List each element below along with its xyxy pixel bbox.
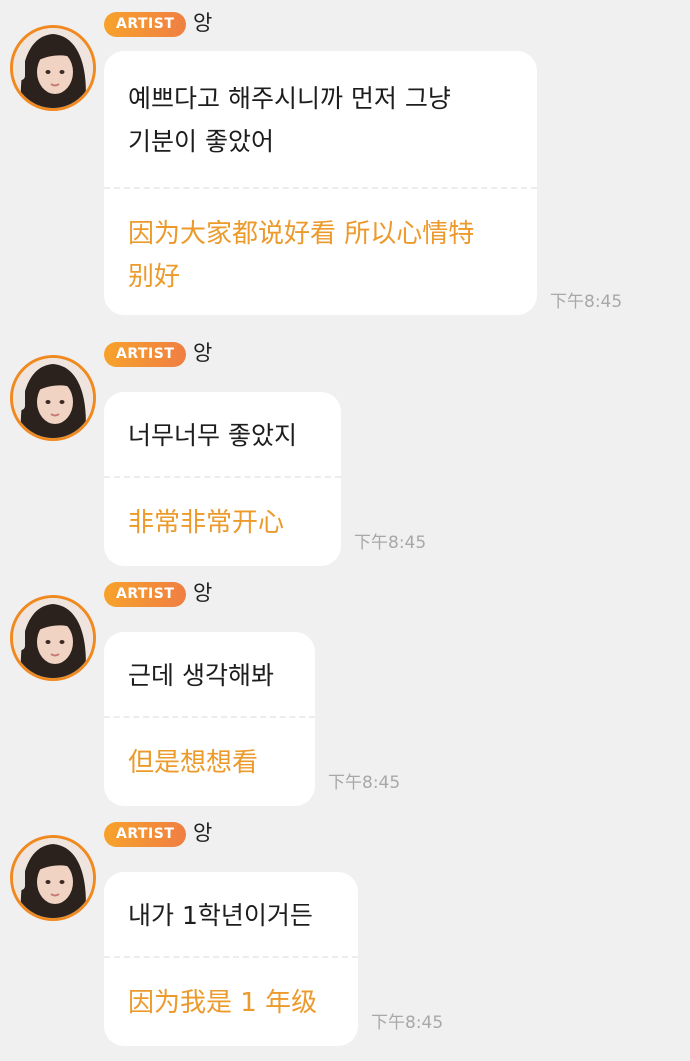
message-translation-chinese: 因为大家都说好看 所以心情特 别好 xyxy=(128,219,475,292)
artist-badge: ARTIST xyxy=(104,822,187,847)
avatar[interactable] xyxy=(10,25,96,111)
avatar[interactable] xyxy=(10,595,96,681)
avatar[interactable] xyxy=(10,835,96,921)
message-timestamp: 下午8:45 xyxy=(354,533,427,553)
message-text-korean: 예쁘다고 해주시니까 먼저 그냥 기분이 좋았어 xyxy=(128,84,451,156)
message-timestamp: 下午8:45 xyxy=(371,1013,444,1033)
artist-badge: ARTIST xyxy=(104,12,187,37)
message-text-korean: 너무너무 좋았지 xyxy=(128,421,297,450)
message-text-korean: 근데 생각해봐 xyxy=(128,661,274,690)
artist-badge: ARTIST xyxy=(104,582,187,607)
message-bubble[interactable]: 너무너무 좋았지 非常非常开心 xyxy=(104,392,341,566)
avatar-photo xyxy=(13,598,93,678)
sender-name: 앙 xyxy=(193,581,213,605)
avatar-photo xyxy=(13,28,93,108)
message-bubble[interactable]: 내가 1학년이거든 因为我是 1 年级 xyxy=(104,872,358,1046)
message-translation-chinese: 非常非常开心 xyxy=(128,508,285,538)
sender-name: 앙 xyxy=(193,11,213,35)
message-translation-chinese: 但是想想看 xyxy=(128,748,259,778)
message-translation-chinese: 因为我是 1 年级 xyxy=(128,988,318,1018)
message-timestamp: 下午8:45 xyxy=(328,773,401,793)
avatar-photo xyxy=(13,838,93,918)
avatar-photo xyxy=(13,358,93,438)
avatar[interactable] xyxy=(10,355,96,441)
message-bubble[interactable]: 근데 생각해봐 但是想想看 xyxy=(104,632,315,806)
sender-name: 앙 xyxy=(193,341,213,365)
sender-name: 앙 xyxy=(193,821,213,845)
artist-badge: ARTIST xyxy=(104,342,187,367)
message-timestamp: 下午8:45 xyxy=(550,292,623,312)
message-text-korean: 내가 1학년이거든 xyxy=(128,901,313,930)
message-bubble[interactable]: 예쁘다고 해주시니까 먼저 그냥 기분이 좋았어 因为大家都说好看 所以心情特 … xyxy=(104,51,537,315)
